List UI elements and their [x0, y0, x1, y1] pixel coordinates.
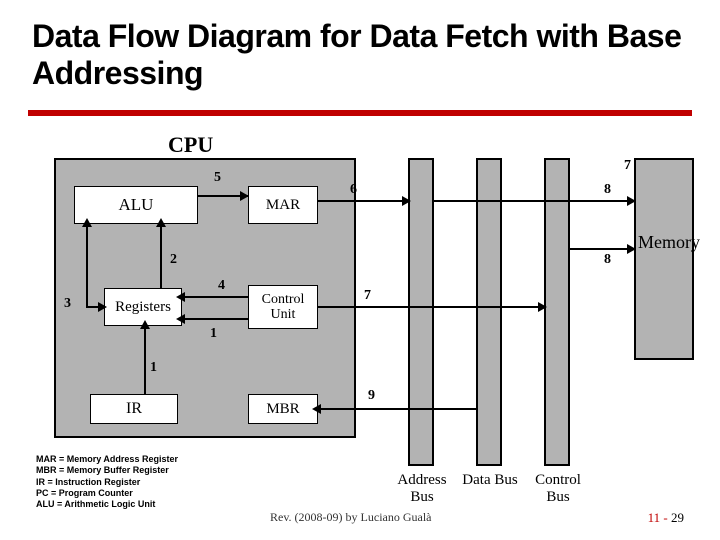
- arrow-5-head: [240, 191, 249, 201]
- step-8a: 8: [604, 182, 611, 198]
- arrow-8b: [568, 248, 634, 250]
- step-6: 6: [350, 182, 357, 198]
- arrow-4-head: [176, 292, 185, 302]
- arrow-7: [318, 306, 546, 308]
- mar-box: MAR: [248, 186, 318, 224]
- arrow-4: [182, 296, 248, 298]
- step-9: 9: [368, 388, 375, 404]
- ir-box: IR: [90, 394, 178, 424]
- arrow-8a-head: [627, 196, 636, 206]
- step-3: 3: [64, 296, 71, 312]
- arrow-9-head: [312, 404, 321, 414]
- arrow-3v: [86, 224, 88, 308]
- control-unit-box: Control Unit: [248, 285, 318, 329]
- legend-mbr: MBR = Memory Buffer Register: [36, 465, 178, 476]
- mbr-box: MBR: [248, 394, 318, 424]
- step-2: 2: [170, 252, 177, 268]
- data-bus: [476, 158, 502, 466]
- address-bus-label: Address Bus: [392, 472, 452, 505]
- step-8b: 8: [604, 252, 611, 268]
- arrow-1b: [182, 318, 248, 320]
- legend: MAR = Memory Address Register MBR = Memo…: [36, 454, 178, 510]
- cpu-label: CPU: [168, 132, 213, 158]
- page-prefix: 11 -: [648, 510, 668, 525]
- control-bus: [544, 158, 570, 466]
- legend-ir: IR = Instruction Register: [36, 477, 178, 488]
- step-1a: 1: [150, 360, 157, 376]
- step-7b: 7: [364, 288, 371, 304]
- arrow-6-head: [402, 196, 411, 206]
- memory-label: Memory: [638, 232, 700, 253]
- step-7a: 7: [624, 158, 631, 174]
- alu-box: ALU: [74, 186, 198, 224]
- page-number: 11 - 29: [648, 510, 684, 526]
- data-bus-label: Data Bus: [460, 472, 520, 489]
- arrow-8a: [432, 200, 634, 202]
- legend-alu: ALU = Arithmetic Logic Unit: [36, 499, 178, 510]
- arrow-3-head: [98, 302, 107, 312]
- step-5: 5: [214, 170, 221, 186]
- diagram-stage: CPU Memory Address Bus Data Bus Control …: [0, 0, 720, 540]
- legend-pc: PC = Program Counter: [36, 488, 178, 499]
- arrow-2: [160, 224, 162, 288]
- arrow-8b-head: [627, 244, 636, 254]
- arrow-6: [318, 200, 410, 202]
- page-value: 29: [671, 510, 684, 525]
- arrow-1a-head: [140, 320, 150, 329]
- arrow-3-head2: [82, 218, 92, 227]
- revision-credit: Rev. (2008-09) by Luciano Gualà: [270, 510, 432, 525]
- arrow-1b-head: [176, 314, 185, 324]
- arrow-9: [318, 408, 478, 410]
- step-1b: 1: [210, 326, 217, 342]
- control-bus-label: Control Bus: [528, 472, 588, 505]
- step-4: 4: [218, 278, 225, 294]
- address-bus: [408, 158, 434, 466]
- arrow-2-head: [156, 218, 166, 227]
- legend-mar: MAR = Memory Address Register: [36, 454, 178, 465]
- arrow-1a: [144, 326, 146, 394]
- memory-block: [634, 158, 694, 360]
- arrow-7-head: [538, 302, 547, 312]
